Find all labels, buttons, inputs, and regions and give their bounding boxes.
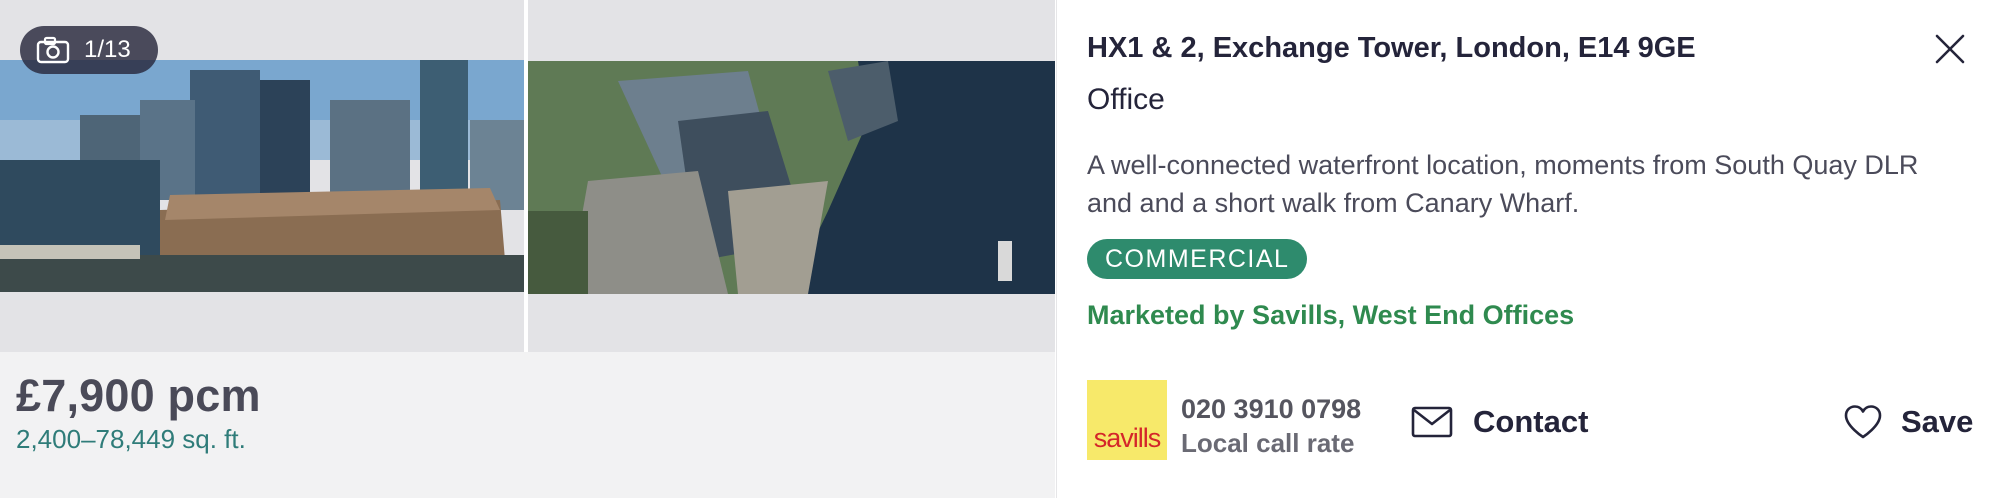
photo-counter-text: 1/13 [84,36,131,63]
listing-type: Office [1087,83,1165,116]
listing-description: A well-connected waterfront location, mo… [1087,150,1919,218]
envelope-icon [1411,406,1453,438]
save-button[interactable]: Save [1843,404,1973,440]
aerial-photo-image [528,61,1055,294]
agent-logo-text: savills [1093,423,1162,453]
waterfront-photo-image [0,60,524,292]
listing-title[interactable]: HX1 & 2, Exchange Tower, London, E14 9GE [1087,32,1696,65]
photo-gallery[interactable]: 1/13 [0,0,1055,352]
property-card[interactable]: 1/13 £7,900 pcm 2,400–78,449 sq. ft. HX1… [0,0,1998,498]
photo-divider [524,0,528,352]
save-label: Save [1901,404,1974,439]
category-badge: COMMERCIAL [1087,239,1308,279]
property-photo-2[interactable] [528,0,1055,352]
price-block: £7,900 pcm 2,400–78,449 sq. ft. [16,370,261,455]
heart-icon [1844,405,1882,439]
agent-logo[interactable]: savills [1087,380,1167,460]
listing-price: £7,900 pcm [16,370,261,421]
listing-area: 2,400–78,449 sq. ft. [16,424,246,454]
agent-phone[interactable]: 020 3910 0798 [1181,394,1361,425]
media-panel: 1/13 £7,900 pcm 2,400–78,449 sq. ft. [0,0,1055,498]
call-rate-label: Local call rate [1181,428,1355,458]
marketed-by-link[interactable]: Marketed by Savills, West End Offices [1087,300,1574,331]
photo-counter-badge: 1/13 [20,26,158,74]
camera-icon [36,36,70,64]
close-icon[interactable] [1933,32,1967,66]
details-panel: HX1 & 2, Exchange Tower, London, E14 9GE… [1056,0,1998,498]
contact-button[interactable]: Contact [1411,404,1588,440]
contact-label: Contact [1473,404,1589,439]
